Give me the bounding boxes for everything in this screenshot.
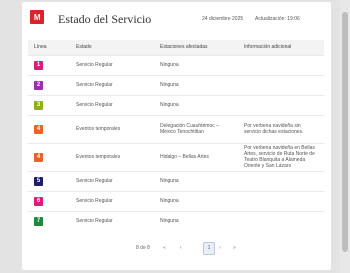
info-cell: Por verbena navideña en Bellas Artes, se… <box>238 142 324 171</box>
status-cell: Servicio Regular <box>70 210 154 231</box>
line-badge-icon: 7 <box>34 216 43 226</box>
table-row: 4 Eventos temporales Hidalgo – Bellas Arte… <box>28 142 324 171</box>
table-row: 6 Servicio Regular Ninguna <box>28 190 324 211</box>
header: M Estado del Servicio 24 diciembre 2025 … <box>22 2 331 40</box>
table-row: 1 Servicio Regular Ninguna <box>28 54 324 75</box>
stations-cell: Delegación Cuauhtémoc – México Tenochtit… <box>154 114 238 143</box>
table-row: 7 Servicio Regular Ninguna <box>28 210 324 231</box>
status-cell: Servicio Regular <box>70 190 154 211</box>
info-cell: Por verbena navideña sin servicio dichas… <box>238 114 324 143</box>
last-page-button[interactable]: » <box>233 245 236 251</box>
metro-logo-icon: M <box>30 10 44 24</box>
line-cell: 5 <box>28 170 70 191</box>
line-badge-icon: 3 <box>34 100 43 110</box>
scrollbar[interactable] <box>340 0 350 273</box>
stations-cell: Ninguna <box>154 94 238 115</box>
next-page-button[interactable]: › <box>219 245 221 251</box>
status-cell: Servicio Regular <box>70 94 154 115</box>
status-cell: Eventos temporales <box>70 114 154 143</box>
service-status-card: M Estado del Servicio 24 diciembre 2025 … <box>22 2 331 270</box>
line-badge-icon: 4 <box>34 124 43 134</box>
info-cell <box>238 190 324 211</box>
line-cell: 1 <box>28 54 70 75</box>
stations-cell: Ninguna <box>154 170 238 191</box>
line-cell: 3 <box>28 94 70 115</box>
page-1-button[interactable]: 1 <box>203 242 215 255</box>
table-row: 5 Servicio Regular Ninguna <box>28 170 324 191</box>
line-cell: 4 <box>28 114 70 143</box>
date-label: 24 diciembre 2025 <box>202 16 244 22</box>
status-cell: Servicio Regular <box>70 54 154 75</box>
status-cell: Eventos temporales <box>70 142 154 171</box>
line-cell: 7 <box>28 210 70 231</box>
prev-page-button[interactable]: ‹ <box>180 245 182 251</box>
status-cell: Servicio Regular <box>70 170 154 191</box>
column-header-line: Línea <box>34 44 47 51</box>
status-cell: Servicio Regular <box>70 74 154 95</box>
line-badge-icon: 1 <box>34 60 43 70</box>
column-header-info: Información adicional <box>244 44 292 51</box>
info-cell <box>238 74 324 95</box>
stations-cell: Ninguna <box>154 210 238 231</box>
page-title: Estado del Servicio <box>58 12 152 26</box>
info-cell <box>238 54 324 75</box>
info-cell <box>238 94 324 115</box>
status-table: Línea Estado Estaciones afectadas Inform… <box>28 40 324 231</box>
info-cell <box>238 210 324 231</box>
table-row: 3 Servicio Regular Ninguna <box>28 94 324 115</box>
update-time-label: Actualización: 19:06 <box>255 16 300 22</box>
table-row: 4 Eventos temporales Delegación Cuauhtémoc… <box>28 114 324 143</box>
line-cell: 2 <box>28 74 70 95</box>
stations-cell: Ninguna <box>154 54 238 75</box>
first-page-button[interactable]: « <box>163 245 166 251</box>
line-badge-icon: 6 <box>34 196 43 206</box>
line-badge-icon: 4 <box>34 152 43 162</box>
line-cell: 4 <box>28 142 70 171</box>
table-row: 2 Servicio Regular Ninguna <box>28 74 324 95</box>
pagination: 8 de 8 « ‹ 1 › » <box>22 242 331 255</box>
line-cell: 6 <box>28 190 70 211</box>
pagination-range: 8 de 8 <box>136 245 150 251</box>
table-header-row: Línea Estado Estaciones afectadas Inform… <box>28 40 324 55</box>
line-badge-icon: 5 <box>34 176 43 186</box>
line-badge-icon: 2 <box>34 80 43 90</box>
scrollbar-thumb[interactable] <box>342 12 348 252</box>
stations-cell: Hidalgo – Bellas Artes <box>154 142 238 171</box>
info-cell <box>238 170 324 191</box>
stations-cell: Ninguna <box>154 190 238 211</box>
column-header-status: Estado <box>76 44 92 51</box>
column-header-stations: Estaciones afectadas <box>160 44 208 51</box>
stations-cell: Ninguna <box>154 74 238 95</box>
